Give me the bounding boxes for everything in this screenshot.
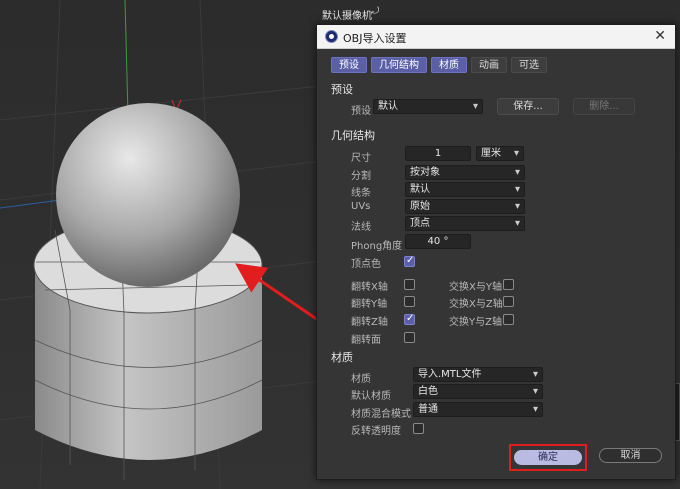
flip-y-label: 翻转Y轴 bbox=[351, 299, 388, 310]
split-select[interactable]: 按对象 bbox=[405, 165, 525, 180]
blend-mode-select[interactable]: 普通 bbox=[413, 402, 543, 417]
ok-button[interactable]: 确定 bbox=[514, 450, 582, 465]
obj-import-dialog: OBJ导入设置 ✕ 预设 几何结构 材质 动画 可选 预设 预设 默认 保存..… bbox=[316, 24, 676, 480]
size-unit-select[interactable]: 厘米 bbox=[476, 146, 524, 161]
swap-xy-checkbox[interactable] bbox=[503, 279, 514, 290]
size-label: 尺寸 bbox=[351, 153, 371, 164]
swap-yz-checkbox[interactable] bbox=[503, 314, 514, 325]
swap-yz-label: 交换Y与Z轴 bbox=[449, 317, 502, 328]
tab-geometry[interactable]: 几何结构 bbox=[371, 57, 427, 73]
preset-label: 预设 bbox=[351, 106, 371, 117]
uvs-select[interactable]: 原始 bbox=[405, 199, 525, 214]
dialog-titlebar: OBJ导入设置 ✕ bbox=[317, 25, 675, 49]
camera-label[interactable]: 默认摄像机 bbox=[322, 7, 372, 22]
geometry-heading: 几何结构 bbox=[331, 129, 375, 142]
size-input[interactable]: 1 bbox=[405, 146, 471, 161]
swap-xy-label: 交换X与Y轴 bbox=[449, 282, 502, 293]
uvs-label: UVs bbox=[351, 201, 371, 212]
flip-z-checkbox[interactable] bbox=[404, 313, 415, 325]
flip-faces-label: 翻转面 bbox=[351, 335, 381, 346]
ok-highlight-box: 确定 bbox=[509, 444, 587, 471]
lines-select[interactable]: 默认 bbox=[405, 182, 525, 197]
tab-bar: 预设 几何结构 材质 动画 可选 bbox=[331, 57, 547, 73]
cancel-button[interactable]: 取消 bbox=[599, 448, 662, 463]
preset-heading: 预设 bbox=[331, 83, 353, 96]
delete-preset-button[interactable]: 删除... bbox=[573, 98, 635, 115]
blend-mode-label: 材质混合模式 bbox=[351, 409, 411, 420]
normals-label: 法线 bbox=[351, 222, 371, 233]
material-select[interactable]: 导入.MTL文件 bbox=[413, 367, 543, 382]
tab-preset[interactable]: 预设 bbox=[331, 57, 367, 73]
preset-select[interactable]: 默认 bbox=[373, 99, 483, 114]
normals-select[interactable]: 顶点 bbox=[405, 216, 525, 231]
split-label: 分割 bbox=[351, 171, 371, 182]
lines-label: 线条 bbox=[351, 188, 371, 199]
flip-y-checkbox[interactable] bbox=[404, 296, 415, 307]
flip-x-label: 翻转X轴 bbox=[351, 282, 388, 293]
cinema4d-logo-icon bbox=[325, 30, 338, 43]
camera-link-icon[interactable]: ⤾ bbox=[371, 6, 383, 17]
save-preset-button[interactable]: 保存... bbox=[497, 98, 559, 115]
swap-xz-label: 交换X与Z轴 bbox=[449, 299, 503, 310]
close-icon[interactable]: ✕ bbox=[654, 28, 666, 44]
tab-material[interactable]: 材质 bbox=[431, 57, 467, 73]
flip-faces-checkbox[interactable] bbox=[404, 332, 415, 343]
vertex-color-label: 顶点色 bbox=[351, 259, 381, 270]
tab-animation[interactable]: 动画 bbox=[471, 57, 507, 73]
swap-xz-checkbox[interactable] bbox=[503, 296, 514, 307]
flip-z-label: 翻转Z轴 bbox=[351, 317, 388, 328]
flip-x-checkbox[interactable] bbox=[404, 279, 415, 290]
tab-optional[interactable]: 可选 bbox=[511, 57, 547, 73]
invert-transparency-checkbox[interactable] bbox=[413, 423, 424, 434]
dialog-title: OBJ导入设置 bbox=[343, 32, 407, 45]
phong-angle-label: Phong角度 bbox=[351, 241, 403, 252]
invert-transparency-label: 反转透明度 bbox=[351, 426, 401, 437]
default-material-select[interactable]: 白色 bbox=[413, 384, 543, 399]
material-label: 材质 bbox=[351, 374, 371, 385]
material-heading: 材质 bbox=[331, 351, 353, 364]
default-material-label: 默认材质 bbox=[351, 391, 391, 402]
vertex-color-checkbox[interactable] bbox=[404, 255, 415, 267]
phong-angle-input[interactable]: 40 ° bbox=[405, 234, 471, 249]
